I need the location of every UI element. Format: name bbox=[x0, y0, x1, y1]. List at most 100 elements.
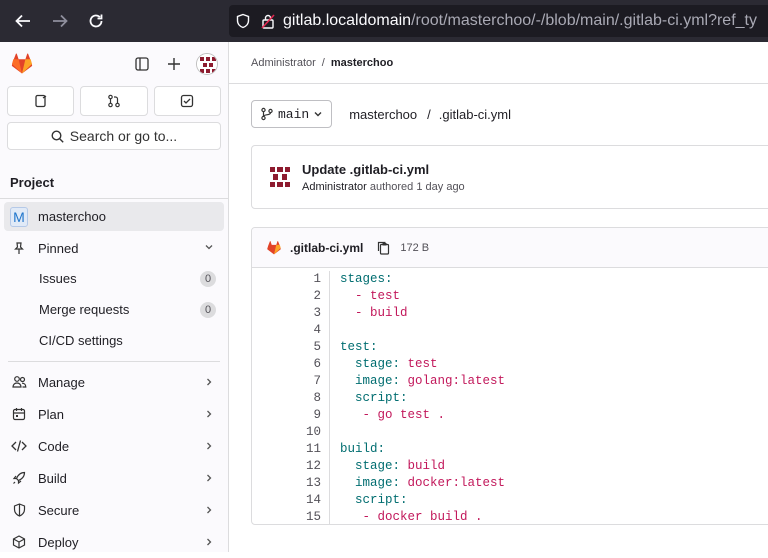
plus-icon[interactable] bbox=[164, 54, 184, 74]
last-commit-card: Update .gitlab-ci.yml Administrator auth… bbox=[251, 145, 768, 209]
sidebar-header bbox=[0, 42, 228, 86]
line-content: - test bbox=[330, 288, 400, 305]
sidebar-item-secure[interactable]: Secure bbox=[4, 494, 224, 526]
code-token: stage: bbox=[340, 357, 408, 371]
branch-name: main bbox=[278, 106, 310, 122]
code-token: - bbox=[340, 306, 371, 320]
commit-message[interactable]: Update .gitlab-ci.yml bbox=[302, 162, 465, 177]
line-content: build: bbox=[330, 441, 385, 458]
forward-icon[interactable] bbox=[44, 5, 76, 37]
line-number[interactable]: 12 bbox=[252, 458, 330, 475]
path-project[interactable]: masterchoo bbox=[349, 107, 417, 122]
line-number[interactable]: 10 bbox=[252, 424, 330, 441]
todo-count-button[interactable] bbox=[153, 86, 221, 116]
sidebar-item-build[interactable]: Build bbox=[4, 462, 224, 494]
line-number[interactable]: 6 bbox=[252, 356, 330, 373]
count-badge: 0 bbox=[200, 271, 216, 287]
code-line: 14 script: bbox=[252, 492, 768, 509]
file-name: .gitlab-ci.yml bbox=[290, 240, 364, 255]
code-line: 12 stage: build bbox=[252, 458, 768, 475]
path-file: .gitlab-ci.yml bbox=[438, 106, 512, 122]
file-viewer: .gitlab-ci.yml 172 B 1 stages: 2 - test 3 -… bbox=[251, 227, 768, 525]
merge-request-icon bbox=[108, 94, 120, 108]
divider bbox=[0, 198, 228, 199]
line-number[interactable]: 8 bbox=[252, 390, 330, 407]
sidebar-item-label: Plan bbox=[38, 406, 65, 422]
line-number[interactable]: 5 bbox=[252, 339, 330, 356]
issues-icon bbox=[35, 94, 47, 108]
file-size: 172 B bbox=[400, 241, 430, 254]
todo-icon bbox=[181, 94, 194, 108]
line-number[interactable]: 9 bbox=[252, 407, 330, 424]
gitlab-logo-icon[interactable] bbox=[10, 52, 34, 76]
line-content: stages: bbox=[330, 271, 393, 288]
search-label: Search or go to... bbox=[69, 128, 178, 144]
copy-path-icon[interactable] bbox=[377, 241, 390, 255]
sidebar-item-manage[interactable]: Manage bbox=[4, 366, 224, 398]
count-badge: 0 bbox=[200, 302, 216, 318]
code-line: 15 - docker build . bbox=[252, 509, 768, 524]
back-icon[interactable] bbox=[7, 5, 39, 37]
sidebar-item-deploy[interactable]: Deploy bbox=[4, 526, 224, 558]
reload-icon[interactable] bbox=[80, 5, 112, 37]
address-bar[interactable]: gitlab.localdomain/root/masterchoo/-/blo… bbox=[229, 5, 768, 37]
code-token: - docker build . bbox=[340, 510, 483, 524]
line-number[interactable]: 4 bbox=[252, 322, 330, 339]
sidebar-item-cicd-settings[interactable]: CI/CD settings bbox=[4, 325, 224, 356]
sidebar-toggle-icon[interactable] bbox=[132, 54, 152, 74]
code-line: 9 - go test . bbox=[252, 407, 768, 424]
branch-icon bbox=[261, 107, 273, 121]
sidebar-item-issues[interactable]: Issues 0 bbox=[4, 263, 224, 294]
line-number[interactable]: 3 bbox=[252, 305, 330, 322]
code-token: build: bbox=[340, 442, 386, 456]
merge-requests-count-button[interactable] bbox=[80, 86, 148, 116]
code-line: 2 - test bbox=[252, 288, 768, 305]
line-number[interactable]: 14 bbox=[252, 492, 330, 509]
sidebar-item-project[interactable]: M masterchoo bbox=[4, 202, 224, 231]
pin-icon bbox=[10, 239, 28, 257]
breadcrumb: Administrator / masterchoo bbox=[229, 42, 768, 84]
file-header: .gitlab-ci.yml 172 B bbox=[252, 228, 768, 268]
line-number[interactable]: 13 bbox=[252, 475, 330, 492]
sidebar-item-pinned[interactable]: Pinned bbox=[4, 233, 224, 263]
line-content bbox=[330, 424, 340, 441]
search-button[interactable]: Search or go to... bbox=[7, 122, 221, 150]
sidebar-item-label: Merge requests bbox=[39, 302, 130, 317]
line-content: stage: test bbox=[330, 356, 438, 373]
line-number[interactable]: 1 bbox=[252, 271, 330, 288]
breadcrumb-parent[interactable]: Administrator bbox=[251, 57, 316, 69]
chevron-right-icon bbox=[204, 504, 214, 518]
code-line: 10 bbox=[252, 424, 768, 441]
users-icon bbox=[10, 373, 28, 391]
commit-author[interactable]: Administrator bbox=[302, 181, 367, 193]
line-content: script: bbox=[330, 492, 408, 509]
line-number[interactable]: 7 bbox=[252, 373, 330, 390]
sidebar-item-merge-requests[interactable]: Merge requests 0 bbox=[4, 294, 224, 325]
code-token: - go test . bbox=[340, 408, 446, 422]
search-icon bbox=[51, 129, 64, 143]
code-token: build bbox=[407, 459, 446, 473]
url-host: gitlab.localdomain bbox=[283, 12, 412, 29]
chevron-down-icon bbox=[204, 241, 214, 255]
path-separator: / bbox=[427, 106, 431, 122]
code-token: image: bbox=[340, 374, 408, 388]
lock-icon bbox=[261, 13, 275, 29]
breadcrumb-current[interactable]: masterchoo bbox=[331, 57, 393, 69]
chevron-right-icon bbox=[204, 440, 214, 454]
avatar[interactable] bbox=[266, 163, 294, 191]
code-token: image: bbox=[340, 476, 408, 490]
line-number[interactable]: 15 bbox=[252, 509, 330, 524]
project-name: masterchoo bbox=[38, 209, 106, 224]
line-number[interactable]: 11 bbox=[252, 441, 330, 458]
line-content: - go test . bbox=[330, 407, 446, 424]
code-line: 11 build: bbox=[252, 441, 768, 458]
avatar[interactable] bbox=[196, 53, 218, 75]
line-content: script: bbox=[330, 390, 408, 407]
project-avatar: M bbox=[10, 206, 28, 227]
issues-count-button[interactable] bbox=[7, 86, 75, 116]
sidebar-item-code[interactable]: Code bbox=[4, 430, 224, 462]
branch-selector[interactable]: main bbox=[251, 100, 333, 128]
sidebar-item-plan[interactable]: Plan bbox=[4, 398, 224, 430]
line-number[interactable]: 2 bbox=[252, 288, 330, 305]
line-content bbox=[330, 322, 340, 339]
